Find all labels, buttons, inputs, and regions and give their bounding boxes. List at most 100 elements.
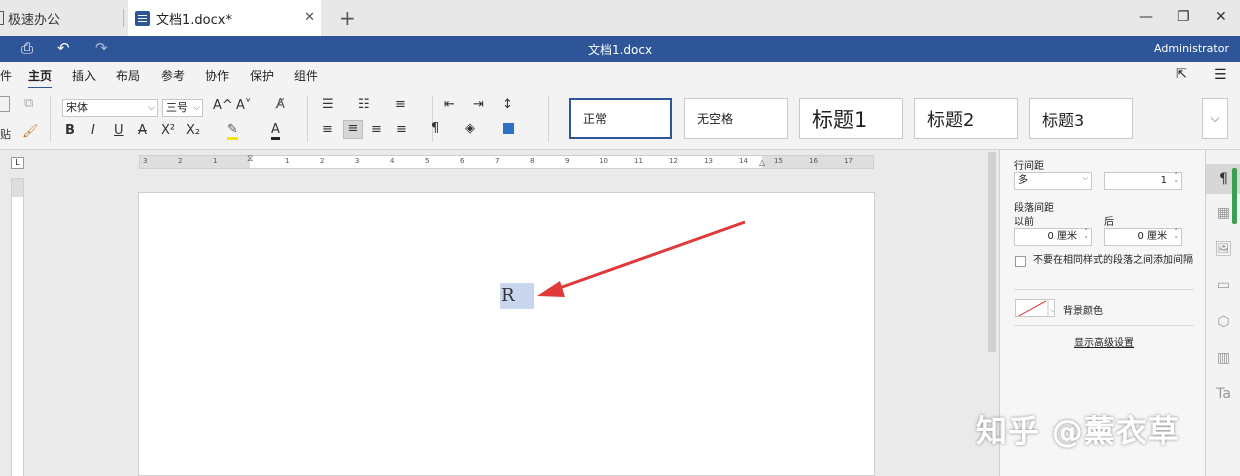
ribbon-divider [50,96,51,142]
menu-collaborate[interactable]: 协作 [205,67,229,84]
show-advanced-settings-link[interactable]: 显示高级设置 [1074,334,1134,349]
ruler-tick: 16 [809,157,818,165]
clear-format-icon[interactable]: A̸ [276,97,285,112]
line-spacing-type-value: 多 [1018,175,1028,186]
bullet-list-icon[interactable]: ☰ [322,97,334,112]
style-normal[interactable]: 正常 [569,98,672,139]
tab-stop-selector[interactable]: L [11,157,24,169]
document-icon [135,10,150,26]
numbered-list-icon[interactable]: ☷ [358,97,370,112]
justify-icon[interactable]: ≡ [396,122,407,137]
align-right-icon[interactable]: ≡ [371,122,382,137]
font-size-select[interactable]: 三号 ⌵ [162,99,203,117]
font-name-value: 宋体 [66,101,88,114]
open-location-icon[interactable]: ⇱ [1176,67,1187,82]
app-icon [0,11,4,25]
spacing-after-input[interactable]: 0 厘米 ˄ ˅ [1104,228,1182,246]
header-footer-icon[interactable]: ▭ [1206,270,1240,300]
multilevel-list-icon[interactable]: ≡ [395,97,406,112]
bold-button[interactable]: B [65,123,75,138]
copy-icon[interactable]: ⧉ [24,96,33,111]
spacing-before-input[interactable]: 0 厘米 ˄ ˅ [1014,228,1092,246]
shading-icon[interactable]: ◈ [465,121,475,136]
chart-settings-icon[interactable]: ▥ [1206,343,1240,373]
borders-icon[interactable] [503,123,514,134]
style-label: 标题3 [1042,110,1085,130]
font-name-select[interactable]: 宋体 ⌵ [62,99,158,117]
background-color-picker[interactable]: ⌵ [1015,299,1055,317]
ruler-tick: 3 [355,157,360,165]
menu-protect[interactable]: 保护 [250,67,274,84]
no-space-same-style-label[interactable]: 不要在相同样式的段落之间添加间隔 [1033,254,1193,267]
align-left-icon[interactable]: ≡ [322,122,333,137]
ruler-tick: 8 [530,157,535,165]
menu-plugins[interactable]: 组件 [294,67,318,84]
hamburger-menu-icon[interactable]: ☰ [1214,67,1227,83]
strikethrough-button[interactable]: A [138,123,147,138]
grow-font-icon[interactable]: A^ [213,98,233,113]
ruler-tick: 17 [844,157,853,165]
shape-settings-icon[interactable]: ⬡ [1206,307,1240,337]
line-spacing-value-input[interactable]: 1 ˄ ˅ [1104,172,1182,190]
restore-icon[interactable]: ❐ [1177,9,1190,25]
menu-home[interactable]: 主页 [28,67,53,89]
vertical-ruler[interactable] [11,178,24,476]
horizontal-ruler[interactable]: 3 2 1 1 2 3 4 5 6 7 8 9 10 11 12 13 14 1… [139,154,874,169]
minimize-icon[interactable]: — [1139,9,1153,25]
ruler-tick: 2 [178,157,183,165]
line-spacing-type-select[interactable]: 多 ⌵ [1014,172,1092,190]
spinner-icon[interactable]: ˄ ˅ [1175,172,1179,188]
user-name[interactable]: Administrator [1154,42,1229,55]
tab-app-home[interactable]: 极速办公 [0,0,124,36]
increase-indent-icon[interactable]: ⇥ [473,97,484,112]
close-window-icon[interactable]: ✕ [1215,9,1227,25]
image-settings-icon[interactable]: 🖼 [1206,234,1240,264]
shrink-font-icon[interactable]: A˅ [236,98,251,113]
spinner-icon[interactable]: ˄ ˅ [1175,228,1179,244]
italic-button[interactable]: I [91,123,95,138]
new-tab-icon[interactable]: + [339,6,356,30]
ruler-tick: 6 [460,157,465,165]
tab-divider [123,9,124,27]
decrease-indent-icon[interactable]: ⇤ [444,97,455,112]
watermark: 知乎 @薰衣草 [976,414,1180,450]
tab-document[interactable]: 文档1.docx* ✕ [128,0,321,36]
document-page[interactable]: R [138,192,875,476]
menu-file[interactable]: 件 [0,67,12,84]
styles-expand-icon[interactable]: ⌵ [1202,98,1228,139]
line-spacing-icon[interactable]: ↕ [502,97,513,112]
paste-label[interactable]: 贴 [0,126,11,142]
align-center-icon[interactable]: ≡ [343,120,363,139]
scrollbar-thumb[interactable] [988,152,996,352]
format-painter-icon[interactable]: 🖌 [22,124,39,139]
font-color-button[interactable]: A [271,122,280,140]
indent-marker-icon[interactable]: ⧖ [247,154,253,164]
no-color-slash [1017,300,1047,316]
no-space-same-style-checkbox[interactable] [1015,256,1026,267]
text-art-icon[interactable]: Ta [1206,379,1240,409]
chevron-down-icon: ⌵ [193,103,200,113]
superscript-button[interactable]: X² [161,123,175,138]
menu-references[interactable]: 参考 [161,67,185,84]
style-no-spacing[interactable]: 无空格 [684,98,788,139]
subscript-button[interactable]: X₂ [186,123,200,138]
menu-bar: 件 主页 插入 布局 参考 协作 保护 组件 ⇱ ☰ [0,62,1240,89]
chevron-down-icon: ⌵ [1050,306,1055,314]
style-label: 标题1 [812,107,868,132]
spinner-icon[interactable]: ˄ ˅ [1085,228,1089,244]
table-settings-icon[interactable]: ▦ [1206,198,1240,228]
highlight-icon[interactable]: ✎ [227,122,238,140]
pilcrow-icon[interactable]: ¶ [431,121,439,136]
ribbon-toolbar: 贴 ⧉ 🖌 宋体 ⌵ 三号 ⌵ A^ A˅ A̸ B I U A X² X₂ ✎ A… [0,88,1240,150]
close-tab-icon[interactable]: ✕ [304,10,315,25]
right-indent-marker-icon[interactable]: △ [759,158,765,167]
style-heading2[interactable]: 标题2 [914,98,1018,139]
arrow-shaft [550,220,746,293]
spacing-after-label: 后 [1104,217,1114,228]
style-heading3[interactable]: 标题3 [1029,98,1133,139]
menu-layout[interactable]: 布局 [116,67,140,84]
menu-insert[interactable]: 插入 [72,67,96,84]
underline-button[interactable]: U [114,123,124,138]
style-heading1[interactable]: 标题1 [799,98,903,139]
paste-icon[interactable] [0,96,10,112]
